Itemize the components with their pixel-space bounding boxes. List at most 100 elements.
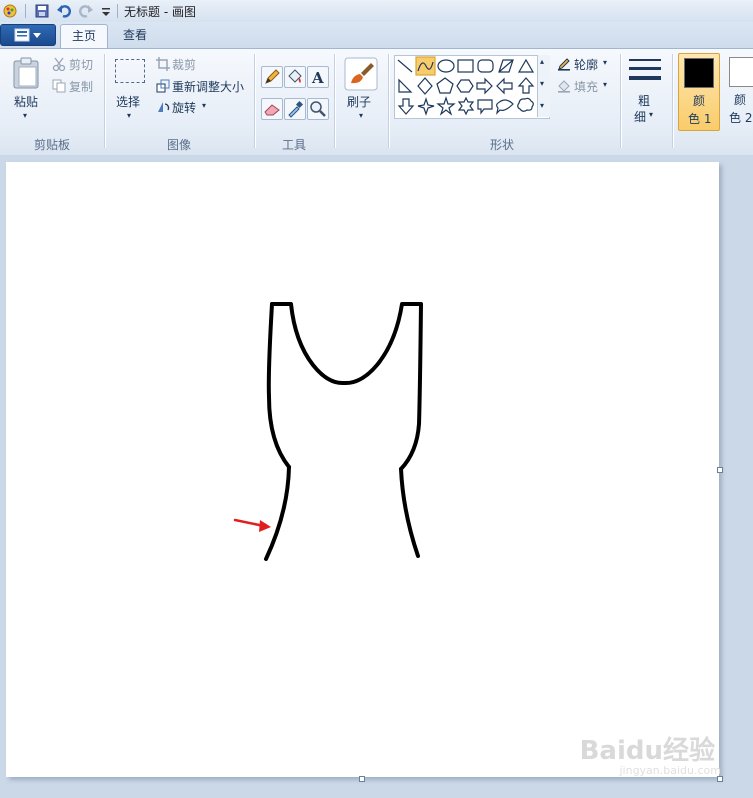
cut-button[interactable]: 剪切 bbox=[69, 56, 93, 73]
eraser-tool[interactable] bbox=[261, 98, 283, 120]
group-separator bbox=[254, 54, 255, 148]
size-line-thick bbox=[629, 76, 661, 80]
shapes-expand[interactable]: ▾ bbox=[540, 101, 544, 110]
six-point-star-shape-icon[interactable] bbox=[457, 96, 475, 116]
shapes-scrollbar[interactable]: ▴ ▾ ▾ bbox=[537, 55, 550, 117]
rectangle-shape-icon[interactable] bbox=[457, 59, 474, 73]
undo-icon[interactable] bbox=[56, 3, 72, 19]
size-label-line1: 粗 bbox=[638, 94, 651, 108]
paste-button[interactable]: 粘贴 ▾ bbox=[8, 55, 44, 125]
shapes-scroll-down[interactable]: ▾ bbox=[540, 79, 544, 88]
shapes-grid bbox=[397, 56, 535, 116]
fill-dropdown-arrow[interactable]: ▾ bbox=[603, 80, 607, 89]
down-arrow-shape-icon[interactable] bbox=[397, 98, 415, 115]
pencil-tool[interactable] bbox=[261, 66, 283, 88]
color1-button[interactable]: 颜 色 1 bbox=[678, 53, 720, 131]
fill-tool[interactable] bbox=[284, 66, 306, 88]
paint-bucket-icon bbox=[288, 69, 302, 83]
image-group-label: 图像 bbox=[167, 138, 192, 152]
oval-callout-shape-icon[interactable] bbox=[496, 99, 514, 115]
resize-handle-right[interactable] bbox=[717, 467, 723, 473]
title-bar: 无标题 - 画图 bbox=[0, 0, 753, 22]
eyedropper-icon bbox=[288, 100, 304, 118]
color1-label-line2: 色 1 bbox=[688, 112, 712, 126]
shapes-gallery bbox=[394, 55, 550, 119]
up-arrow-shape-icon[interactable] bbox=[517, 77, 535, 94]
brushes-label: 刷子 bbox=[347, 95, 372, 109]
color1-label-line1: 颜 bbox=[693, 94, 706, 108]
window-title: 无标题 - 画图 bbox=[124, 5, 196, 19]
tab-home[interactable]: 主页 bbox=[60, 24, 109, 49]
drawing-canvas[interactable] bbox=[6, 162, 719, 777]
clipboard-group-label: 剪贴板 bbox=[34, 138, 71, 152]
outline-button[interactable]: 轮廓 bbox=[574, 56, 598, 73]
color-picker-tool[interactable] bbox=[284, 98, 306, 120]
brushes-button[interactable]: 刷子 ▾ bbox=[340, 55, 382, 125]
outline-dropdown-arrow[interactable]: ▾ bbox=[603, 58, 607, 67]
tab-view[interactable]: 查看 bbox=[112, 24, 158, 48]
garment-left-skirt bbox=[264, 465, 291, 561]
resize-button[interactable]: 重新调整大小 bbox=[172, 78, 244, 95]
text-tool[interactable]: A bbox=[307, 66, 329, 88]
crop-icon bbox=[156, 57, 170, 71]
select-dropdown-arrow: ▾ bbox=[127, 111, 132, 120]
redo-icon[interactable] bbox=[78, 3, 94, 19]
magnifier-icon bbox=[310, 101, 326, 117]
group-separator bbox=[672, 54, 673, 148]
red-arrow-annotation bbox=[233, 518, 271, 532]
oval-shape-icon[interactable] bbox=[437, 59, 455, 73]
rounded-rectangle-shape-icon[interactable] bbox=[477, 59, 494, 73]
eraser-icon bbox=[264, 104, 280, 116]
text-icon: A bbox=[311, 69, 324, 87]
color2-label-line1: 颜 bbox=[734, 93, 747, 107]
pentagon-shape-icon[interactable] bbox=[436, 77, 454, 94]
hexagon-shape-icon[interactable] bbox=[456, 79, 474, 93]
watermark-brand: Baidu经验 bbox=[579, 736, 715, 766]
garment-left-side bbox=[266, 302, 291, 469]
magnifier-tool[interactable] bbox=[307, 98, 329, 120]
fill-icon bbox=[558, 80, 570, 93]
color2-swatch bbox=[729, 57, 753, 87]
left-arrow-shape-icon[interactable] bbox=[496, 77, 513, 95]
rotate-dropdown-arrow[interactable]: ▾ bbox=[202, 101, 206, 110]
rotate-icon bbox=[158, 102, 170, 112]
clipboard-icon bbox=[13, 57, 39, 89]
four-point-star-shape-icon[interactable] bbox=[417, 97, 435, 116]
cloud-callout-shape-icon[interactable] bbox=[517, 97, 534, 112]
group-separator bbox=[334, 54, 335, 148]
save-icon[interactable] bbox=[34, 3, 50, 19]
fill-button[interactable]: 填充 bbox=[574, 78, 598, 95]
customize-quick-access-icon[interactable] bbox=[98, 3, 114, 19]
outline-icon bbox=[558, 58, 570, 71]
copy-button[interactable]: 复制 bbox=[69, 78, 93, 95]
rotate-button[interactable]: 旋转 bbox=[172, 99, 196, 116]
right-arrow-shape-icon[interactable] bbox=[476, 77, 493, 95]
size-button[interactable]: 粗 细 ▾ bbox=[626, 55, 668, 127]
resize-icon bbox=[156, 79, 170, 93]
paint-menu-button[interactable] bbox=[0, 24, 56, 46]
copy-icon bbox=[52, 79, 66, 93]
title-separator bbox=[117, 4, 118, 18]
diamond-shape-icon[interactable] bbox=[417, 77, 433, 95]
resize-handle-bottom[interactable] bbox=[359, 776, 365, 782]
paint-app-icon[interactable] bbox=[2, 3, 18, 19]
five-point-star-shape-icon[interactable] bbox=[436, 96, 456, 116]
color2-button[interactable]: 颜 色 2 bbox=[724, 53, 753, 129]
triangle-shape-icon[interactable] bbox=[517, 58, 535, 73]
size-line-thin bbox=[629, 59, 661, 61]
garment-upper-outline bbox=[270, 302, 423, 471]
select-button[interactable]: 选择 ▾ bbox=[110, 55, 150, 125]
paste-dropdown-arrow: ▾ bbox=[23, 111, 28, 120]
crop-button[interactable]: 裁剪 bbox=[172, 56, 196, 73]
shapes-scroll-up[interactable]: ▴ bbox=[540, 57, 544, 66]
line-shape-icon[interactable] bbox=[397, 59, 413, 73]
color1-swatch bbox=[684, 58, 714, 88]
svg-text:A: A bbox=[311, 69, 324, 87]
polygon-shape-icon[interactable] bbox=[498, 59, 514, 73]
rounded-callout-shape-icon[interactable] bbox=[477, 99, 493, 115]
paste-label: 粘贴 bbox=[14, 95, 39, 109]
menu-icon bbox=[14, 28, 41, 42]
right-triangle-shape-icon[interactable] bbox=[398, 78, 413, 93]
group-separator bbox=[388, 54, 389, 148]
size-line-medium bbox=[629, 67, 661, 70]
